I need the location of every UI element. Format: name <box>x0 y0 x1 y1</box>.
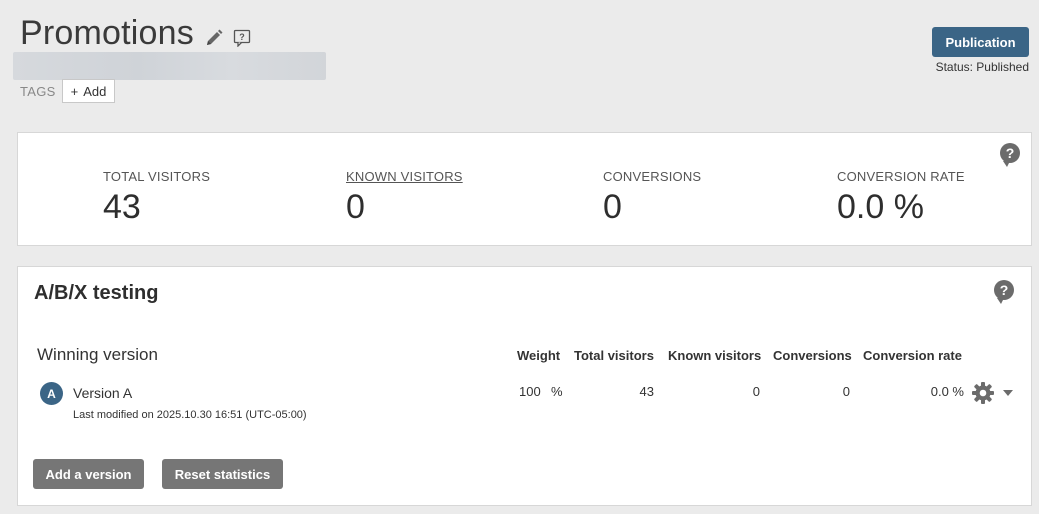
stat-value: 0.0 % <box>837 188 924 226</box>
version-total-visitors: 43 <box>639 384 654 399</box>
column-header-weight: Weight <box>517 348 561 363</box>
stat-conversion-rate: CONVERSION RATE 0.0 % <box>837 169 965 227</box>
stat-value: 0 <box>346 188 365 226</box>
ab-testing-panel: A/B/X testing ? Winning version Weight T… <box>17 266 1032 506</box>
page-title: Promotions <box>20 14 194 52</box>
status-text: Status: Published <box>935 60 1029 74</box>
column-header-known-visitors: Known visitors <box>668 348 762 363</box>
stat-label: TOTAL VISITORS <box>103 169 211 184</box>
known-visitors-link[interactable]: KNOWN VISITORS <box>346 169 463 184</box>
stat-label: CONVERSIONS <box>603 169 702 184</box>
version-conversions: 0 <box>842 384 850 399</box>
version-modified: Last modified on 2025.10.30 16:51 (UTC-0… <box>73 409 307 421</box>
add-tag-label: Add <box>83 83 107 99</box>
svg-text:?: ? <box>239 32 245 42</box>
chevron-down-icon[interactable] <box>1003 390 1013 396</box>
column-header-total-visitors: Total visitors <box>574 348 654 363</box>
pencil-icon[interactable] <box>204 28 224 48</box>
stat-known-visitors: KNOWN VISITORS 0 <box>346 169 463 227</box>
gear-icon[interactable] <box>971 381 995 405</box>
add-tag-button[interactable]: + Add <box>62 79 115 103</box>
stat-value: 43 <box>103 188 141 226</box>
help-icon[interactable]: ? <box>1000 143 1020 167</box>
stat-value: 0 <box>603 188 622 226</box>
publication-button[interactable]: Publication <box>932 27 1029 57</box>
tags-label: TAGS <box>20 84 56 99</box>
column-header-conversion-rate: Conversion rate <box>863 348 962 363</box>
section-title: A/B/X testing <box>34 282 159 304</box>
stat-conversions: CONVERSIONS 0 <box>603 169 701 227</box>
weight-unit: % <box>551 384 563 399</box>
version-badge: A <box>40 382 63 405</box>
version-name[interactable]: Version A <box>73 385 132 401</box>
reset-statistics-button[interactable]: Reset statistics <box>162 459 283 489</box>
description-placeholder <box>13 52 326 80</box>
add-version-button[interactable]: Add a version <box>33 459 144 489</box>
version-conversion-rate: 0.0 % <box>930 384 964 399</box>
stat-total-visitors: TOTAL VISITORS 43 <box>103 169 210 227</box>
plus-icon: + <box>70 83 79 99</box>
column-header-conversions: Conversions <box>773 348 852 363</box>
version-known-visitors: 0 <box>752 384 760 399</box>
winning-version-label: Winning version <box>37 345 158 364</box>
help-icon[interactable]: ? <box>994 280 1014 304</box>
version-weight[interactable]: 100 <box>519 384 541 399</box>
note-icon[interactable]: ? <box>233 29 251 47</box>
stats-panel: ? TOTAL VISITORS 43 KNOWN VISITORS 0 CON… <box>17 132 1032 246</box>
stat-label: CONVERSION RATE <box>837 169 965 184</box>
